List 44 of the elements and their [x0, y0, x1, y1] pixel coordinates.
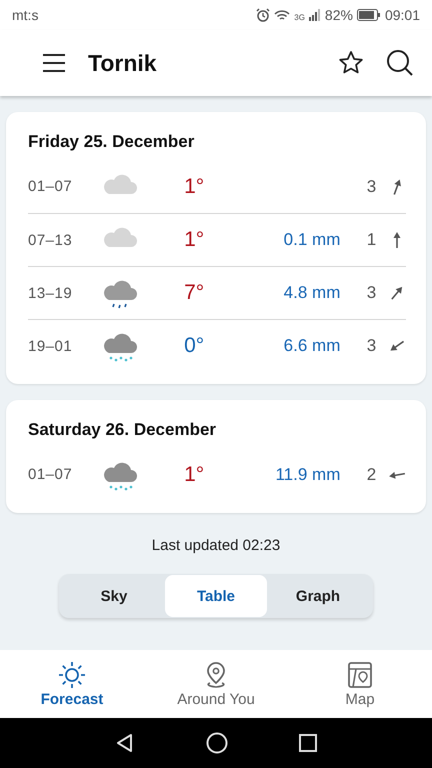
map-icon	[346, 660, 374, 688]
precipitation: 11.9 mm	[274, 464, 340, 484]
precipitation: 6.6 mm	[282, 336, 340, 356]
search-button[interactable]	[386, 49, 414, 77]
view-tab[interactable]: Sky	[63, 575, 165, 617]
nav-tab[interactable]: Around You	[144, 650, 288, 718]
temperature: 7°	[183, 281, 206, 305]
temperature: 0°	[183, 334, 206, 358]
menu-button[interactable]	[42, 54, 66, 72]
alarm-icon	[256, 8, 270, 22]
signal-icon	[308, 9, 321, 21]
wind-speed: 3	[366, 176, 376, 196]
view-tab[interactable]: Graph	[267, 575, 369, 617]
recents-icon[interactable]	[298, 734, 317, 752]
day-heading: Saturday 26. December	[28, 420, 218, 440]
temperature: 1°	[183, 462, 206, 486]
carrier-name: mt:s	[12, 7, 38, 23]
time-range: 19–01	[28, 338, 74, 354]
battery-icon	[356, 9, 381, 21]
wind-speed: 1	[366, 230, 376, 250]
wind-speed: 3	[366, 336, 376, 356]
time-range: 07–13	[28, 232, 74, 248]
time-range: 01–07	[28, 466, 74, 483]
view-tab[interactable]: Table	[165, 575, 267, 617]
precipitation: 4.8 mm	[282, 283, 340, 303]
network-label: 3G	[294, 13, 305, 22]
temperature: 1°	[183, 174, 206, 198]
nav-tab[interactable]: Map	[288, 650, 432, 718]
temperature: 1°	[183, 228, 206, 252]
nav-tab[interactable]: Forecast	[0, 650, 144, 718]
clock-time: 09:01	[384, 7, 420, 23]
day-heading: Friday 25. December	[28, 132, 196, 152]
battery-percent: 82%	[324, 7, 353, 23]
time-range: 01–07	[28, 178, 74, 195]
wind-speed: 2	[366, 464, 376, 484]
home-icon[interactable]	[206, 732, 228, 754]
wind-speed: 3	[366, 283, 376, 303]
time-range: 13–19	[28, 284, 74, 302]
location-title: Tornik	[88, 50, 158, 76]
last-updated-text: Last updated 02:23	[150, 537, 282, 554]
sun-icon	[58, 660, 86, 688]
favorite-star-button[interactable]	[338, 50, 364, 76]
wifi-icon	[274, 8, 290, 22]
precipitation: 0.1 mm	[282, 230, 340, 250]
